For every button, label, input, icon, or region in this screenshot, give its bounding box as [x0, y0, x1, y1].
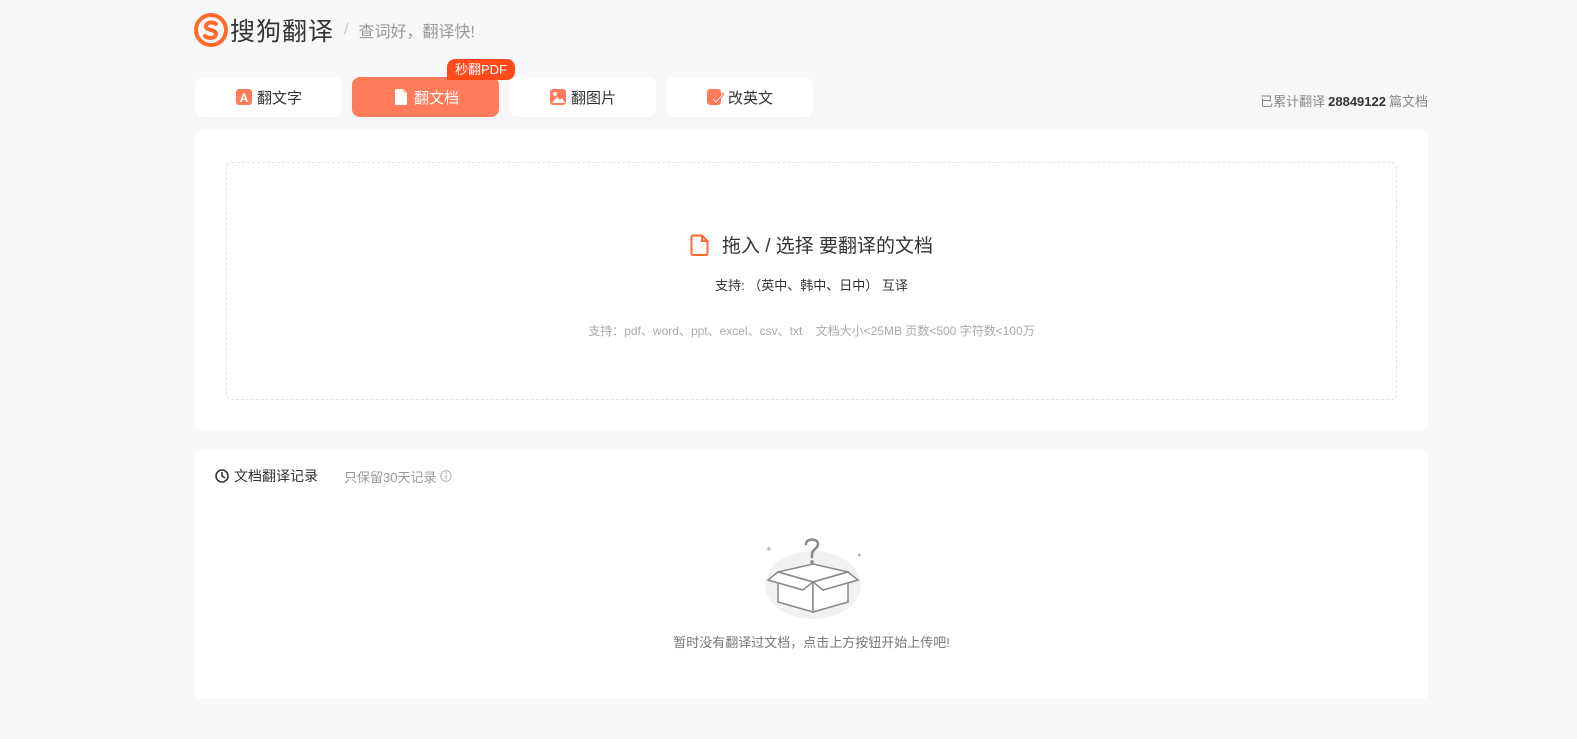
clock-icon [215, 469, 229, 483]
empty-box-icon: ✦ ✦ [765, 538, 863, 619]
info-icon[interactable] [440, 470, 453, 482]
document-dropzone[interactable]: 拖入 / 选择 要翻译的文档 支持: （英中、韩中、日中） 互译 支持：pdf、… [226, 162, 1397, 400]
mode-tabs: A 翻文字 翻文档 秒翻PDF 翻图片 改英文 [195, 59, 823, 117]
records-retention-note: 只保留30天记录 [344, 467, 453, 486]
tab-correct-english[interactable]: 改英文 [666, 77, 813, 117]
upload-card: 拖入 / 选择 要翻译的文档 支持: （英中、韩中、日中） 互译 支持：pdf、… [195, 131, 1428, 430]
tab-label: 翻文字 [256, 89, 302, 107]
text-a-icon: A [235, 88, 253, 106]
tab-label: 翻文档 [413, 89, 459, 107]
tab-translate-document[interactable]: 翻文档 秒翻PDF [352, 59, 515, 117]
counter-suffix: 篇文档 [1388, 94, 1428, 109]
image-icon [549, 88, 567, 106]
logo-text: 搜狗翻译 [230, 18, 335, 46]
records-header: 文档翻译记录 只保留30天记录 [215, 466, 453, 486]
file-outline-icon [690, 234, 710, 256]
counter-value: 28849122 [1328, 94, 1386, 109]
check-edit-icon [706, 88, 724, 106]
header: 搜狗翻译 / 查词好，翻译快! [194, 12, 475, 48]
tab-label: 改英文 [727, 89, 773, 107]
supported-formats: 支持：pdf、word、ppt、excel、csv、txt 文档大小<25MB … [588, 324, 1035, 338]
empty-state-text: 暂时没有翻译过文档，点击上方按钮开始上传吧! [673, 635, 950, 650]
header-divider: / [344, 21, 349, 38]
pdf-badge: 秒翻PDF [446, 59, 515, 80]
records-card: 文档翻译记录 只保留30天记录 ✦ ✦ 暂时没有翻译过文档，点击上方按钮开始上传… [195, 450, 1428, 699]
svg-text:A: A [240, 91, 249, 105]
svg-text:✦: ✦ [765, 545, 773, 555]
translation-counter: 已累计翻译 28849122 篇文档 [1260, 91, 1428, 110]
tab-translate-text[interactable]: A 翻文字 [195, 77, 342, 117]
document-icon [392, 88, 410, 106]
dropzone-title: 拖入 / 选择 要翻译的文档 [690, 231, 933, 258]
records-title: 文档翻译记录 [215, 466, 318, 486]
svg-text:✦: ✦ [856, 551, 863, 560]
records-note-text: 只保留30天记录 [344, 469, 437, 485]
sogou-logo[interactable]: 搜狗翻译 [194, 12, 334, 48]
dropzone-title-text: 拖入 / 选择 要翻译的文档 [721, 236, 934, 257]
sogou-s-icon [194, 13, 228, 47]
tab-translate-image[interactable]: 翻图片 [509, 77, 656, 117]
supported-languages: 支持: （英中、韩中、日中） 互译 [715, 278, 908, 293]
slogan: 查词好，翻译快! [358, 24, 475, 41]
tab-label: 翻图片 [570, 89, 616, 107]
records-title-text: 文档翻译记录 [234, 468, 318, 484]
counter-prefix: 已累计翻译 [1260, 94, 1326, 109]
